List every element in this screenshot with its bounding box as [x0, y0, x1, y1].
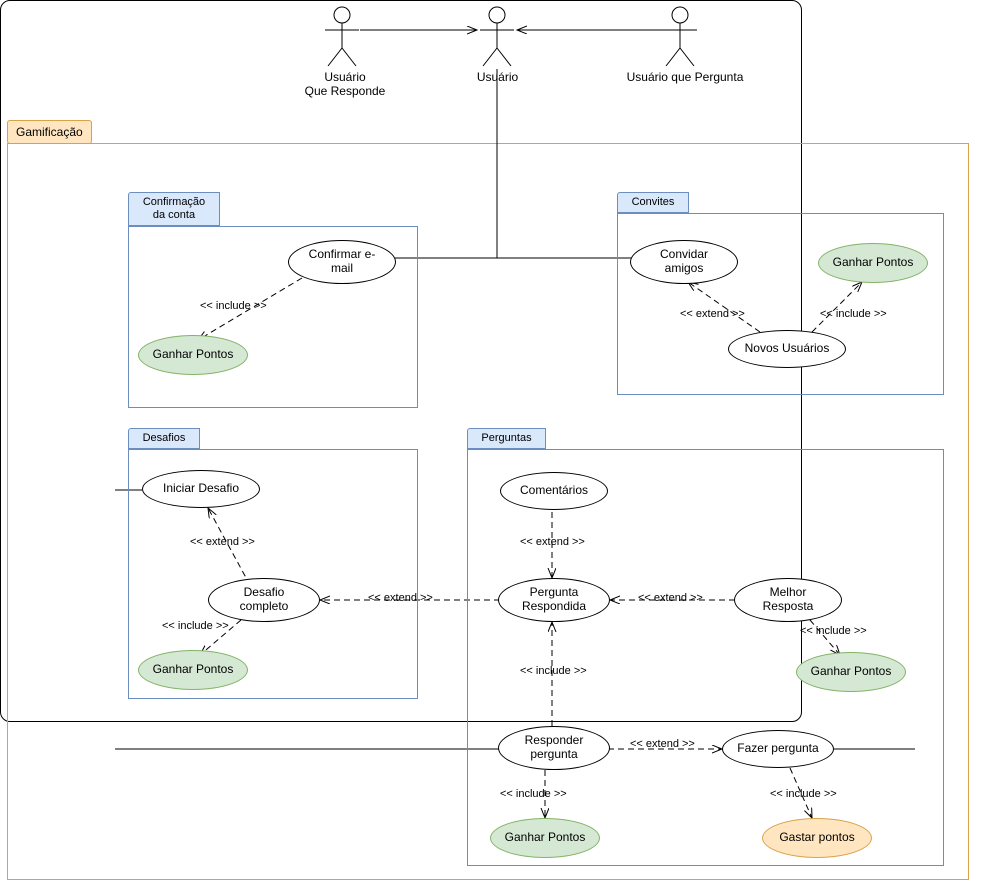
usecase-gain-points-challenge: Ganhar Pontos: [138, 650, 248, 690]
stereo-include-challenge: << include >>: [162, 620, 229, 632]
stereo-include-best: << include >>: [800, 625, 867, 637]
usecase-best-answer: Melhor Resposta: [734, 578, 842, 622]
stereo-include-1: << include >>: [200, 300, 267, 312]
stereo-include-ask-spend: << include >>: [770, 788, 837, 800]
usecase-answered-question: Pergunta Respondida: [498, 578, 610, 622]
diagram-canvas: Gamificação: [0, 0, 981, 891]
usecase-gain-points-best: Ganhar Pontos: [796, 652, 906, 692]
actor-responder-label: Usuário Que Responde: [300, 70, 390, 99]
subpkg-tab-confirm: Confirmação da conta: [128, 192, 220, 226]
actor-user-label: Usuário: [470, 70, 525, 84]
usecase-confirm-email: Confirmar e- mail: [288, 240, 396, 284]
usecase-invite-friends: Convidar amigos: [630, 240, 738, 284]
usecase-challenge-complete: Desafio completo: [208, 578, 320, 622]
subpkg-tab-questions: Perguntas: [467, 428, 546, 449]
usecase-gain-points-answer: Ganhar Pontos: [490, 818, 600, 858]
stereo-extend-best: << extend >>: [638, 592, 703, 604]
subpkg-tab-invites: Convites: [617, 192, 689, 213]
actor-asker-label: Usuário que Pergunta: [620, 70, 750, 84]
usecase-answer-question: Responder pergunta: [498, 726, 610, 770]
stereo-extend-answer-ask: << extend >>: [630, 738, 695, 750]
package-tab-gamificacao: Gamificação: [7, 120, 92, 144]
usecase-ask-question: Fazer pergunta: [722, 730, 834, 768]
stereo-include-invite: << include >>: [820, 308, 887, 320]
usecase-start-challenge: Iniciar Desafio: [142, 470, 260, 508]
stereo-extend-challenge: << extend >>: [190, 536, 255, 548]
stereo-include-answer-gp: << include >>: [500, 788, 567, 800]
stereo-include-answer-pr: << include >>: [520, 665, 587, 677]
package-label: Gamificação: [16, 125, 83, 139]
usecase-comments: Comentários: [500, 472, 608, 510]
stereo-extend-comments: << extend >>: [520, 536, 585, 548]
usecase-spend-points: Gastar pontos: [762, 818, 872, 858]
stereo-extend-invite: << extend >>: [680, 308, 745, 320]
stereo-extend-pr-dc: << extend >>: [368, 592, 433, 604]
usecase-gain-points-confirm: Ganhar Pontos: [138, 335, 248, 375]
usecase-new-users: Novos Usuários: [728, 330, 846, 368]
usecase-gain-points-invites: Ganhar Pontos: [818, 243, 928, 283]
subpkg-tab-challenges: Desafios: [128, 428, 200, 449]
